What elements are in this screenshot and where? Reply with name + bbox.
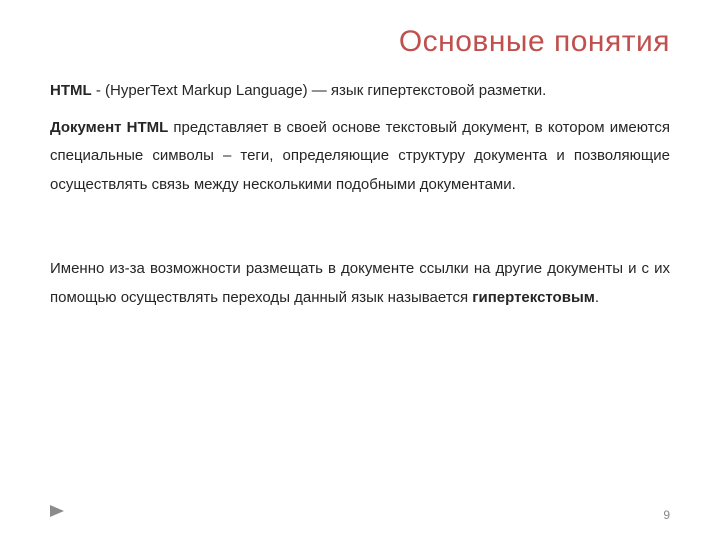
next-arrow-icon	[50, 504, 64, 522]
spacer	[50, 207, 670, 255]
paragraph-3: Именно из-за возможности размещать в док…	[50, 255, 670, 312]
paragraph-1: HTML - (HyperText Markup Language) — язы…	[50, 77, 670, 106]
page-number: 9	[663, 508, 670, 522]
para1-text: - (HyperText Markup Language) — язык гип…	[92, 82, 547, 99]
paragraph-2: Документ HTML представляет в своей основ…	[50, 114, 670, 200]
slide-title: Основные понятия	[50, 25, 670, 59]
slide-content: HTML - (HyperText Markup Language) — язы…	[50, 77, 670, 312]
term-html: HTML	[50, 82, 92, 99]
term-hypertext: гипертекстовым	[472, 289, 595, 306]
slide: Основные понятия HTML - (HyperText Marku…	[0, 0, 720, 540]
term-document-html: Документ HTML	[50, 119, 168, 136]
slide-footer: 9	[50, 506, 670, 522]
para3-post: .	[595, 289, 599, 306]
